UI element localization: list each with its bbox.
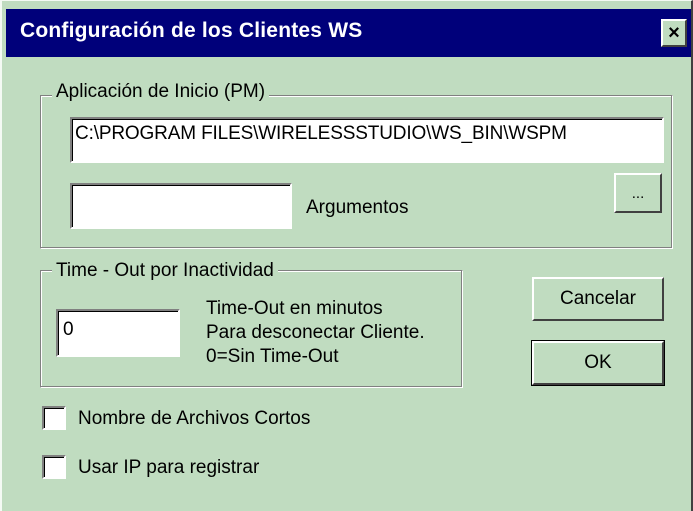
use-ip-checkbox[interactable]	[42, 455, 66, 479]
cancel-button[interactable]: Cancelar	[532, 277, 664, 321]
startup-app-legend: Aplicación de Inicio (PM)	[52, 80, 270, 103]
timeout-desc-line1: Time-Out en minutos	[206, 298, 383, 319]
short-names-checkbox[interactable]	[42, 406, 66, 430]
app-path-field[interactable]: C:\PROGRAM FILES\WIRELESSSTUDIO\WS_BIN\W…	[70, 117, 664, 163]
timeout-legend: Time - Out por Inactividad	[52, 259, 278, 282]
browse-button[interactable]: ...	[614, 173, 662, 213]
timeout-desc-line2: Para desconectar Cliente.	[206, 322, 425, 343]
close-icon: ×	[668, 22, 680, 44]
ok-button-label: OK	[584, 352, 612, 373]
short-names-label[interactable]: Nombre de Archivos Cortos	[78, 407, 310, 430]
timeout-minutes-field[interactable]: 0	[56, 309, 180, 357]
title-bar[interactable]: Configuración de los Clientes WS ×	[6, 9, 691, 57]
ok-button[interactable]: OK	[531, 340, 665, 386]
config-dialog: Configuración de los Clientes WS × Aplic…	[0, 0, 693, 511]
browse-button-label: ...	[631, 184, 645, 202]
window-title: Configuración de los Clientes WS	[20, 19, 363, 42]
cancel-button-label: Cancelar	[559, 288, 637, 309]
use-ip-label[interactable]: Usar IP para registrar	[78, 456, 259, 479]
close-button[interactable]: ×	[661, 19, 687, 47]
arguments-label: Argumentos	[306, 197, 409, 218]
timeout-desc-line3: 0=Sin Time-Out	[206, 346, 339, 367]
arguments-field[interactable]	[70, 183, 292, 229]
